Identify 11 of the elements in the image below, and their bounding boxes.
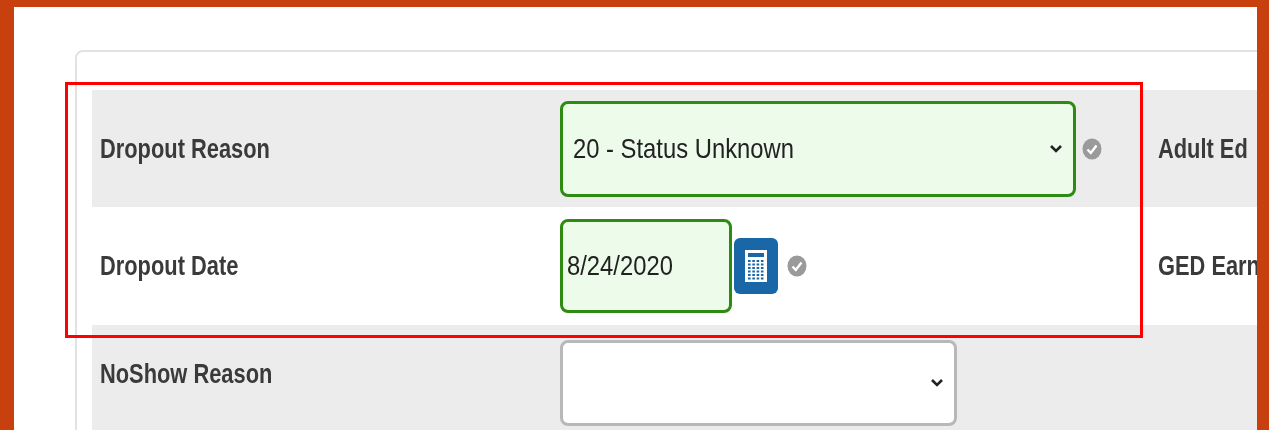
field-label: NoShow Reason: [100, 357, 273, 391]
field-label: Dropout Reason: [100, 131, 270, 166]
date-field[interactable]: 8/24/2020: [560, 219, 732, 313]
calendar-button[interactable]: [734, 238, 778, 294]
field-label: Dropout Date: [100, 249, 239, 283]
chevron-down-icon: [930, 378, 944, 388]
field-label: Adult Ed: [1158, 131, 1248, 166]
dropdown-field[interactable]: 20 - Status Unknown: [560, 100, 1076, 197]
chevron-down-icon: [1049, 143, 1063, 154]
dropdown-field[interactable]: [560, 340, 957, 426]
calculator-icon: [744, 249, 768, 283]
